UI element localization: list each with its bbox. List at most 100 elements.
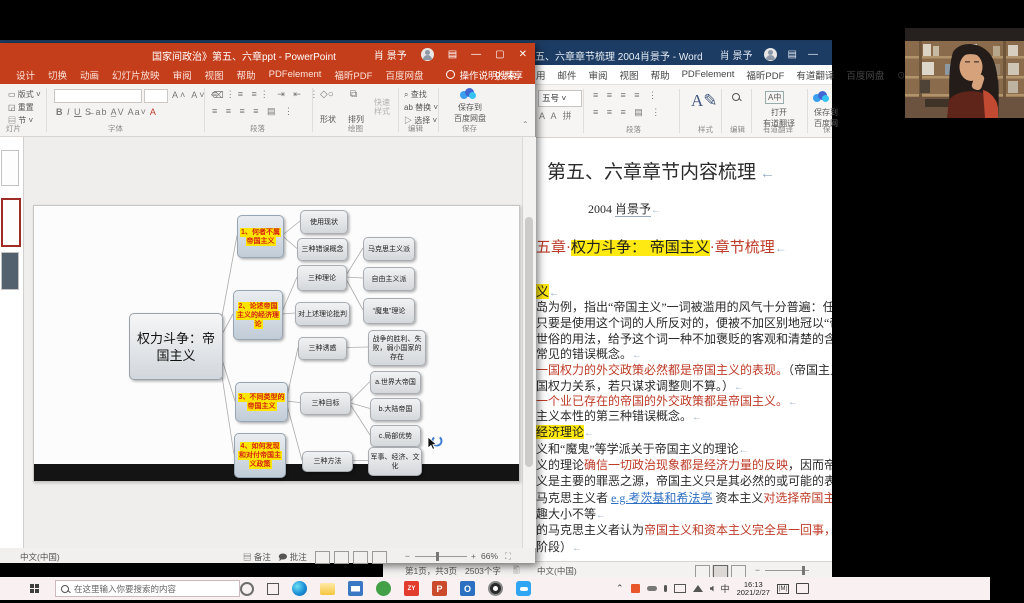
- microphone-icon[interactable]: [664, 585, 667, 592]
- word-tab-2[interactable]: 邮件: [558, 68, 577, 82]
- font-size-select-ppt[interactable]: [144, 89, 168, 103]
- volume-icon[interactable]: [710, 586, 714, 592]
- handwriting-icon[interactable]: |M|: [777, 584, 789, 594]
- word-minimize-button[interactable]: —: [808, 49, 818, 60]
- taskbar-app-netdisk[interactable]: [516, 581, 531, 596]
- taskbar-app-outlook[interactable]: O: [460, 581, 475, 596]
- ppt-close-button[interactable]: ✕: [519, 49, 527, 60]
- ppt-zoom-in[interactable]: +: [471, 551, 476, 561]
- tray-app-icon[interactable]: [631, 584, 640, 593]
- word-tab-6[interactable]: PDFelement: [682, 69, 735, 80]
- word-tab-9[interactable]: 百度网盘: [846, 68, 884, 82]
- slide-thumbnail-1[interactable]: [1, 150, 19, 186]
- mindmap-node-n3[interactable]: 3、不同类型的帝国主义: [235, 382, 288, 422]
- mindmap-node-n4[interactable]: 4、如何发现和对付帝国主义政策: [234, 433, 286, 478]
- taskbar-app-explorer[interactable]: [320, 583, 335, 595]
- wifi-icon[interactable]: [693, 585, 703, 592]
- ppt-zoom-out[interactable]: −: [405, 551, 410, 561]
- ribbon-options-icon[interactable]: ▤: [788, 49, 797, 60]
- layout-button[interactable]: ▭ 版式 ˅: [8, 89, 41, 100]
- mindmap-node-s1[interactable]: 使用现状: [300, 210, 348, 234]
- ppt-user-avatar[interactable]: [421, 48, 434, 61]
- mindmap-node-s15[interactable]: 军事、经济、文化: [368, 447, 422, 476]
- ppt-language[interactable]: 中文(中国): [20, 551, 60, 563]
- ppt-zoom-slider[interactable]: [415, 556, 467, 557]
- word-tab-7[interactable]: 福昕PDF: [746, 68, 784, 82]
- taskbar-app-edge[interactable]: [292, 581, 307, 596]
- arrange-icon[interactable]: ⧉: [350, 89, 357, 100]
- mindmap-node-s12[interactable]: a.世界大帝国: [370, 371, 421, 394]
- word-tab-3[interactable]: 审阅: [589, 68, 608, 82]
- collapse-ribbon-icon[interactable]: ⌃: [522, 120, 529, 129]
- replace-button[interactable]: ab 替换 ˅: [404, 102, 438, 113]
- share-button[interactable]: ⚲ 共享: [494, 68, 523, 82]
- word-tab-5[interactable]: 帮助: [651, 68, 670, 82]
- taskbar-app-powerpoint[interactable]: P: [432, 581, 447, 596]
- mindmap-node-s9[interactable]: 三种目标: [300, 392, 351, 415]
- mindmap-node-s5[interactable]: 马克思主义派: [363, 237, 415, 261]
- slideshow-icon[interactable]: [372, 551, 387, 566]
- ppt-title-bar[interactable]: 国家间政治》第五、六章ppt - PowerPoint 肖 景予 ▤ — ▢ ✕: [0, 43, 535, 65]
- hidden-icons-chevron[interactable]: ⌃: [616, 583, 624, 594]
- paragraph-icons-row1[interactable]: ≡ ≡ ≡ ≡ ⋮: [593, 90, 660, 101]
- ppt-paragraph-row1[interactable]: ≡ ⋮≡ ≡⋮ ⇥ ⇤ ⋮: [212, 89, 321, 100]
- font-style-icons[interactable]: B I U S̶ ab A̲V Aa˅ A: [56, 107, 157, 117]
- taskbar-app-mail[interactable]: [348, 581, 363, 596]
- ppt-save-netdisk-label[interactable]: 保存到百度网盘: [448, 102, 492, 124]
- notes-button[interactable]: ▤ 备注: [243, 551, 271, 563]
- taskbar-search[interactable]: 在这里输入你要搜索的内容: [55, 580, 240, 597]
- slide-sorter-icon[interactable]: [334, 551, 349, 566]
- action-center-icon[interactable]: [796, 583, 809, 594]
- mindmap-node-s10[interactable]: 三种方法: [302, 451, 353, 472]
- mindmap-node-s11[interactable]: 战争的胜利、失败，弱小国家的存在: [368, 330, 426, 366]
- shapes-icon[interactable]: ◇○: [320, 89, 334, 100]
- taskbar-app-zy[interactable]: ZY: [404, 581, 419, 596]
- slide-thumbnail-2-selected[interactable]: [1, 198, 21, 247]
- word-tab-4[interactable]: 视图: [620, 68, 639, 82]
- mindmap-node-s4[interactable]: 对上述理论批判: [295, 302, 350, 326]
- ppt-tab-8[interactable]: PDFelement: [269, 69, 322, 80]
- mindmap-node-s2[interactable]: 三种错误概念: [297, 238, 348, 261]
- ime-indicator[interactable]: 中: [721, 582, 730, 595]
- taskbar-clock[interactable]: 16:132021/2/27: [737, 581, 770, 597]
- start-button[interactable]: [30, 584, 39, 593]
- mindmap-node-s14[interactable]: c.局部优势: [370, 425, 421, 447]
- word-user-avatar[interactable]: [764, 48, 777, 61]
- ppt-tab-5[interactable]: 审阅: [173, 68, 192, 82]
- comments-button[interactable]: 🗩 批注: [278, 551, 307, 566]
- mindmap-node-s7[interactable]: “魔鬼”理论: [363, 298, 415, 324]
- ppt-tab-6[interactable]: 视图: [205, 68, 224, 82]
- cloud-sync-icon[interactable]: [647, 586, 657, 591]
- ppt-paragraph-row2[interactable]: ≡ ≡ ≡ ≡ ▤ ⋮: [212, 106, 296, 117]
- mindmap-node-n1[interactable]: 1、何者不属帝国主义: [237, 215, 284, 258]
- word-page-count[interactable]: 第1页，共3页: [405, 565, 457, 577]
- mindmap-node-center[interactable]: 权力斗争：帝国主义: [129, 313, 223, 380]
- word-word-count[interactable]: 2503个字: [465, 565, 501, 577]
- mindmap-node-s3[interactable]: 三种理论: [297, 265, 347, 291]
- device-icon[interactable]: [674, 584, 686, 593]
- taskbar-app-recorder[interactable]: [488, 581, 503, 596]
- word-zoom-out[interactable]: −: [755, 565, 760, 575]
- word-language[interactable]: 中文(中国): [537, 565, 577, 577]
- editing-search-icon[interactable]: [732, 93, 740, 103]
- word-zoom-thumb[interactable]: [802, 566, 805, 575]
- slide-thumbnail-3[interactable]: [1, 252, 19, 290]
- styles-icon[interactable]: A✎: [691, 91, 718, 111]
- ribbon-display-options-icon[interactable]: ▤: [448, 49, 457, 60]
- reading-view-icon[interactable]: [353, 551, 368, 566]
- paragraph-icons-row2[interactable]: ≡ ≡ ≡ ▤ ⋮: [593, 107, 663, 118]
- shapes-label[interactable]: 形状: [320, 114, 336, 125]
- ppt-tab-7[interactable]: 帮助: [237, 68, 256, 82]
- font-name-select[interactable]: [54, 89, 142, 103]
- ppt-zoom-thumb[interactable]: [436, 552, 439, 561]
- taskbar-app-taskview[interactable]: [267, 583, 279, 595]
- font-effects-icons[interactable]: A A 拼: [539, 109, 574, 122]
- find-button[interactable]: ⌕ 查找: [404, 89, 427, 100]
- mindmap-node-s6[interactable]: 自由主义派: [363, 267, 415, 291]
- ppt-maximize-button[interactable]: ▢: [495, 49, 504, 60]
- taskbar-app-green[interactable]: [376, 581, 391, 596]
- mindmap-node-n2[interactable]: 2、论述帝国主义的经济理论: [233, 290, 283, 340]
- mindmap-node-s13[interactable]: b.大陆帝国: [370, 398, 421, 421]
- taskbar-app-cortana[interactable]: [240, 582, 254, 596]
- ppt-scrollbar[interactable]: [522, 137, 536, 548]
